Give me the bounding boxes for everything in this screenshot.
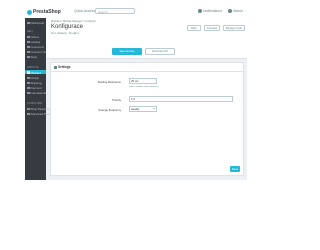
account-circle-icon: [27, 45, 30, 49]
sidebar-item-label: Payment: [30, 86, 42, 90]
change-frequency-label: Change frequency: [98, 108, 121, 112]
chevron-down-icon: [153, 108, 155, 109]
panel-title: Settings: [58, 65, 71, 69]
starting-reference-label: Starting Reference: [97, 80, 121, 84]
panel-heading: Settings: [51, 63, 243, 72]
chart-icon: [27, 55, 30, 59]
dashboard-icon: [27, 21, 30, 25]
manage-hooks-button[interactable]: Manage hooks: [223, 25, 245, 31]
desktop-icon: [27, 76, 30, 80]
page-title: Konfigurace: [51, 24, 84, 30]
bell-icon: [198, 9, 202, 14]
sidebar-item-catalog[interactable]: Catalog: [27, 40, 40, 44]
priority-label: Priority: [112, 98, 121, 102]
sidebar-item-label: Shipping: [30, 81, 42, 85]
sidebar-item-label: Catalog: [30, 40, 41, 44]
sidebar-item-orders[interactable]: Orders: [27, 35, 39, 39]
app-window: PrestaShop Quick Access ▾ Search Notific…: [25, 6, 247, 180]
translate-button[interactable]: Translate: [204, 25, 220, 31]
sidebar-item-label: Design: [30, 76, 40, 80]
sidebar-item-label: Modules: [30, 70, 42, 75]
download-csv-button[interactable]: Download CSV: [145, 48, 175, 55]
sidebar-item-customers[interactable]: Customers: [27, 45, 44, 49]
sidebar-item-label: Dashboard: [30, 21, 45, 25]
search-input[interactable]: Search: [95, 8, 135, 14]
page-header: Modules / Module Manager / Configure Kon…: [46, 18, 247, 59]
sidebar-item-shop-parameters[interactable]: Shop Parameters: [27, 107, 52, 111]
save-and-stay-button[interactable]: Save and stay: [112, 48, 142, 55]
sidebar-section-sell: SELL: [27, 30, 34, 33]
globe-icon: [27, 91, 30, 95]
credit-card-icon: [27, 86, 30, 90]
sidebar-item-payment[interactable]: Payment: [27, 86, 42, 90]
breadcrumb: Modules / Module Manager / Configure: [51, 20, 96, 23]
page-subtitle: Hot. Zabezp. Dodání: [51, 31, 79, 35]
settings-icon: [27, 107, 30, 111]
back-button[interactable]: Back: [187, 25, 201, 31]
sidebar: Dashboard SELL Orders Catalog Customers …: [25, 18, 58, 180]
sidebar-item-modules[interactable]: Modules: [27, 71, 41, 75]
gear-icon: [27, 112, 30, 116]
notifications-label: Notifications: [203, 9, 223, 13]
account-button[interactable]: Admin: [228, 9, 243, 14]
user-icon: [228, 9, 233, 14]
cog-icon: [54, 66, 57, 69]
priority-input[interactable]: 1.0: [129, 96, 233, 102]
sidebar-item-design[interactable]: Design: [27, 76, 39, 80]
store-icon: [27, 40, 30, 44]
prestashop-logo-icon: [27, 9, 32, 15]
change-frequency-select[interactable]: weekly: [129, 106, 157, 112]
sidebar-item-label: Shop Parameters: [30, 107, 53, 111]
notifications-button[interactable]: Notifications: [198, 9, 223, 14]
logo-text: PrestaShop: [33, 9, 61, 15]
sidebar-item-label: Customers: [30, 45, 45, 49]
starting-reference-input[interactable]: 25 ms: [129, 78, 157, 84]
change-frequency-value: weekly: [131, 107, 140, 111]
sidebar-item-label: Orders: [30, 35, 40, 39]
save-button[interactable]: Save: [230, 166, 240, 172]
chat-icon: [27, 50, 30, 54]
truck-icon: [27, 81, 30, 85]
account-label: Admin: [233, 9, 243, 13]
starting-reference-help: Use a suitable order reference: [129, 86, 159, 88]
sidebar-item-label: International: [30, 91, 46, 95]
sidebar-section-configure: CONFIGURE: [27, 102, 42, 105]
sidebar-section-improve: IMPROVE: [27, 66, 39, 69]
cart-icon: [27, 35, 30, 39]
sidebar-item-shipping[interactable]: Shipping: [27, 81, 41, 85]
sidebar-item-dashboard[interactable]: Dashboard: [27, 21, 44, 25]
puzzle-icon: [27, 71, 30, 74]
logo[interactable]: PrestaShop: [27, 9, 61, 15]
top-right-menu: Notifications Admin: [198, 9, 243, 14]
sidebar-item-stats[interactable]: Stats: [27, 55, 37, 59]
sidebar-item-international[interactable]: International: [27, 91, 46, 95]
sidebar-item-label: Stats: [30, 55, 37, 59]
settings-panel: Settings Starting Reference 25 ms Use a …: [50, 62, 244, 176]
